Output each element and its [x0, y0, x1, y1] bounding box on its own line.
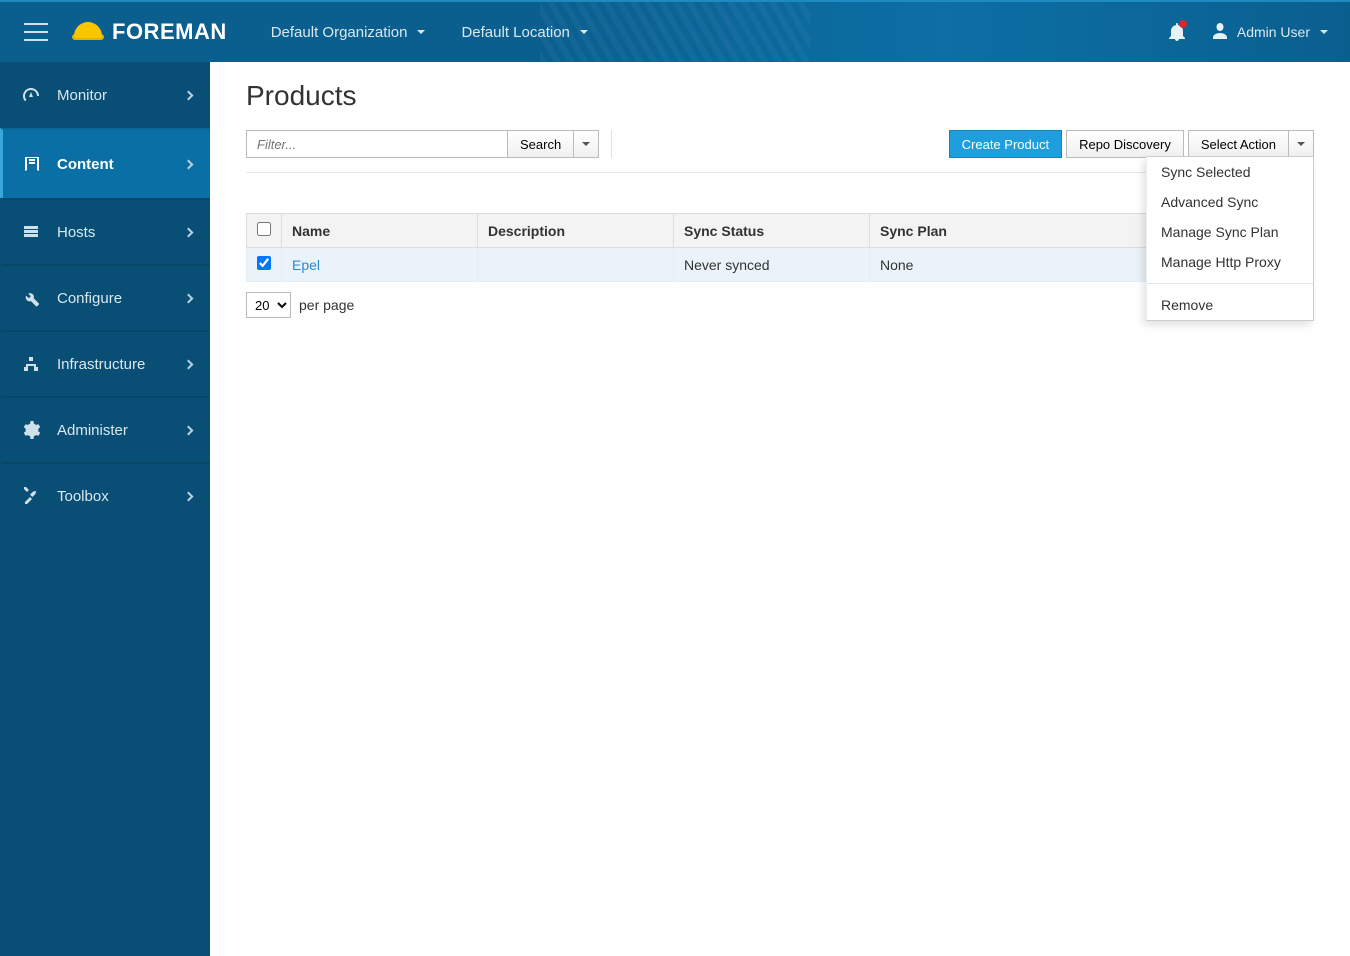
network-icon: [21, 355, 41, 373]
sidebar-item-infrastructure[interactable]: Infrastructure: [0, 330, 210, 396]
sidebar-item-label: Toolbox: [57, 488, 109, 505]
tools-icon: [21, 487, 41, 505]
hamburger-icon: [24, 31, 48, 33]
select-action-dropdown: Sync Selected Advanced Sync Manage Sync …: [1146, 156, 1314, 321]
sidebar-item-label: Content: [57, 156, 114, 173]
chevron-right-icon: [184, 227, 194, 237]
select-action-caret-button[interactable]: [1288, 130, 1314, 158]
caret-down-icon: [1297, 142, 1305, 146]
sidebar-item-hosts[interactable]: Hosts: [0, 198, 210, 264]
dropdown-item-advanced-sync[interactable]: Advanced Sync: [1147, 187, 1313, 217]
server-icon: [21, 223, 41, 241]
tachometer-icon: [21, 86, 41, 104]
book-icon: [21, 155, 41, 173]
search-button[interactable]: Search: [507, 130, 574, 158]
sidebar-item-administer[interactable]: Administer: [0, 396, 210, 462]
sidebar-item-label: Configure: [57, 290, 122, 307]
menu-toggle-button[interactable]: [0, 2, 72, 62]
top-header: FOREMAN Default Organization Default Loc…: [0, 0, 1350, 62]
organization-label: Default Organization: [271, 24, 408, 41]
dropdown-item-manage-http-proxy[interactable]: Manage Http Proxy: [1147, 247, 1313, 277]
sidebar: Monitor Content Hosts Configure Infrastr…: [0, 62, 210, 956]
wrench-icon: [21, 289, 41, 307]
repo-discovery-button[interactable]: Repo Discovery: [1066, 130, 1184, 158]
chevron-down-icon: [1320, 30, 1328, 34]
create-product-button[interactable]: Create Product: [949, 130, 1062, 158]
per-page-label: per page: [299, 297, 354, 313]
page-title: Products: [246, 80, 1314, 112]
brand-logo[interactable]: FOREMAN: [72, 19, 227, 45]
column-description[interactable]: Description: [478, 214, 674, 248]
search-options-button[interactable]: [573, 130, 599, 158]
chevron-right-icon: [184, 425, 194, 435]
column-name[interactable]: Name: [282, 214, 478, 248]
organization-selector[interactable]: Default Organization: [253, 2, 444, 62]
hardhat-icon: [72, 20, 104, 44]
dropdown-item-sync-selected[interactable]: Sync Selected: [1147, 157, 1313, 187]
dropdown-item-manage-sync-plan[interactable]: Manage Sync Plan: [1147, 217, 1313, 247]
location-label: Default Location: [461, 24, 569, 41]
product-description: [478, 248, 674, 282]
chevron-down-icon: [417, 30, 425, 34]
chevron-right-icon: [184, 491, 194, 501]
chevron-right-icon: [184, 293, 194, 303]
sidebar-item-label: Hosts: [57, 224, 95, 241]
product-sync-status: Never synced: [674, 248, 870, 282]
chevron-down-icon: [580, 30, 588, 34]
location-selector[interactable]: Default Location: [443, 2, 605, 62]
dropdown-item-remove[interactable]: Remove: [1147, 290, 1313, 320]
sidebar-item-configure[interactable]: Configure: [0, 264, 210, 330]
filter-input[interactable]: [246, 130, 508, 158]
select-action-button[interactable]: Select Action: [1188, 130, 1289, 158]
user-name: Admin User: [1237, 24, 1310, 40]
sidebar-item-content[interactable]: Content: [0, 128, 210, 198]
user-menu[interactable]: Admin User: [1205, 2, 1350, 62]
caret-down-icon: [582, 142, 590, 146]
sidebar-item-label: Monitor: [57, 87, 107, 104]
sidebar-item-label: Infrastructure: [57, 356, 145, 373]
chevron-right-icon: [184, 359, 194, 369]
product-name-link[interactable]: Epel: [292, 257, 320, 273]
divider: [611, 130, 612, 158]
sidebar-item-label: Administer: [57, 422, 128, 439]
chevron-right-icon: [184, 90, 194, 100]
dropdown-separator: [1147, 283, 1313, 284]
row-checkbox[interactable]: [257, 256, 271, 270]
notification-badge: [1179, 20, 1187, 28]
brand-name: FOREMAN: [112, 19, 227, 45]
notifications-button[interactable]: [1149, 2, 1205, 62]
sidebar-item-toolbox[interactable]: Toolbox: [0, 462, 210, 528]
gear-icon: [21, 421, 41, 439]
sidebar-item-monitor[interactable]: Monitor: [0, 62, 210, 128]
chevron-right-icon: [184, 159, 194, 169]
select-all-checkbox[interactable]: [257, 222, 271, 236]
column-sync-status[interactable]: Sync Status: [674, 214, 870, 248]
user-icon: [1213, 23, 1227, 42]
per-page-select[interactable]: 20: [246, 292, 291, 318]
select-all-header: [247, 214, 282, 248]
